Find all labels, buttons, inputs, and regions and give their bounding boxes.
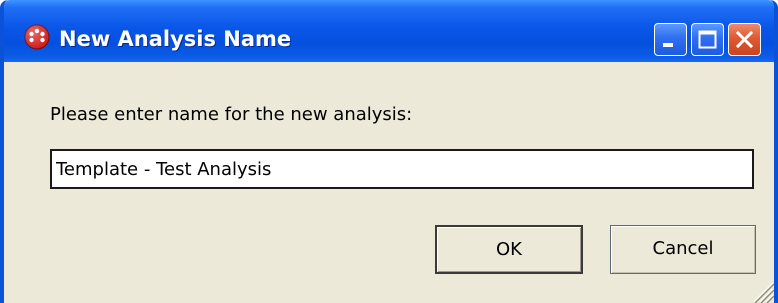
minimize-icon xyxy=(663,43,673,47)
title-bar[interactable]: New Analysis Name xyxy=(4,0,774,62)
maximize-icon xyxy=(698,30,717,49)
maximize-button[interactable] xyxy=(691,23,724,56)
close-button[interactable] xyxy=(728,23,761,56)
minimize-button[interactable] xyxy=(654,23,687,56)
app-icon xyxy=(24,24,50,50)
analysis-name-input[interactable] xyxy=(50,149,754,189)
cancel-button[interactable]: Cancel xyxy=(610,225,756,274)
prompt-label: Please enter name for the new analysis: xyxy=(50,104,413,125)
resize-grip-icon[interactable] xyxy=(748,277,774,303)
dialog-window: New Analysis Name Please enter name for … xyxy=(0,0,778,303)
close-icon xyxy=(735,30,754,49)
ok-button[interactable]: OK xyxy=(435,225,583,274)
window-title: New Analysis Name xyxy=(59,27,292,51)
